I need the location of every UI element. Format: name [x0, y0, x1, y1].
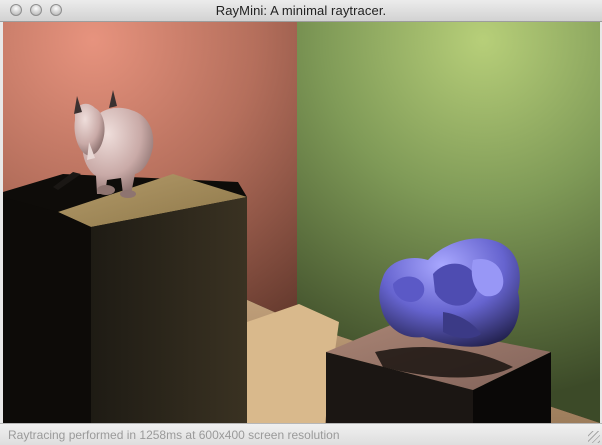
render-viewport[interactable] — [3, 22, 600, 423]
status-bar: Raytracing performed in 1258ms at 600x40… — [0, 423, 602, 445]
window-title: RayMini: A minimal raytracer. — [215, 3, 387, 18]
title-bar[interactable]: RayMini: A minimal raytracer. — [0, 0, 602, 22]
floor-light-patch — [247, 304, 339, 423]
status-message: Raytracing performed in 1258ms at 600x40… — [8, 428, 340, 442]
raymini-window: RayMini: A minimal raytracer. Raytracing… — [0, 0, 602, 445]
left-pedestal-side — [3, 197, 91, 423]
resize-grip-icon[interactable] — [588, 431, 600, 443]
left-pedestal-front — [91, 197, 247, 423]
rendered-scene — [3, 22, 600, 423]
